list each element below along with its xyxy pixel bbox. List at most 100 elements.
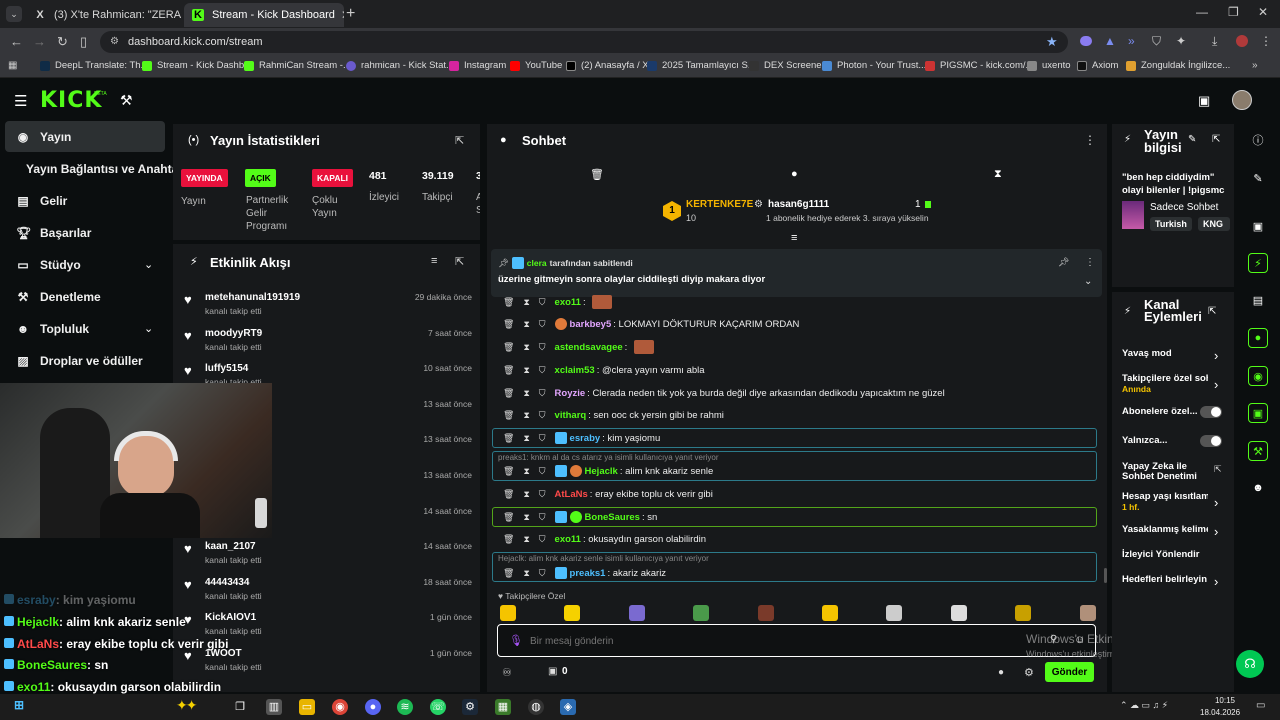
bookmark[interactable]: Photon - Your Trust...	[822, 60, 926, 71]
broadcast-icon[interactable]: ◉	[1248, 366, 1268, 386]
sidepanel-icon[interactable]: ▯	[80, 34, 87, 50]
toggle-switch[interactable]	[1200, 406, 1222, 418]
hourglass-icon[interactable]: ⧗	[523, 388, 529, 399]
emote-button[interactable]	[886, 605, 903, 621]
edit-icon[interactable]: ✎	[1188, 134, 1196, 145]
pin-icon[interactable]: 📌︎	[1058, 257, 1069, 268]
emote-button[interactable]	[757, 605, 774, 621]
file-explorer-icon[interactable]: ▥	[266, 699, 282, 715]
sidebar-item-stream-key[interactable]: Yayın Bağlantısı ve Anahtarı	[26, 162, 186, 176]
new-tab-icon[interactable]: +	[346, 5, 355, 23]
emote-button[interactable]	[950, 605, 967, 621]
chat-message[interactable]: 🗑︎ ⧗ ⛉ exo11:	[503, 294, 615, 310]
ban-icon[interactable]: ⛉	[539, 410, 546, 421]
chat-icon[interactable]: ●	[1248, 328, 1268, 348]
popout-icon[interactable]: ⇱	[455, 255, 464, 268]
hourglass-icon[interactable]: ⧗	[523, 297, 529, 308]
people-icon[interactable]: ☻	[1248, 478, 1268, 498]
ban-icon[interactable]: ⛉	[539, 466, 546, 477]
sidebar-item-yayin[interactable]: ◉ Yayın	[16, 130, 72, 144]
hourglass-icon[interactable]: ⧗	[523, 410, 529, 421]
lightning-icon[interactable]: ⚡︎	[1248, 253, 1268, 273]
address-bar[interactable]: dashboard.kick.com/stream	[100, 31, 1068, 53]
apps-grid-icon[interactable]: ▦	[8, 60, 17, 71]
chat-icon[interactable]: ●	[791, 168, 798, 180]
chat-message[interactable]: 🗑︎ ⧗ ⛉ barkbey5: LOKMAYI DÖKTURUR KAÇARIM O…	[503, 316, 799, 332]
sidebar-item-gelir[interactable]: ▤ Gelir	[16, 194, 67, 208]
bookmark[interactable]: DeepL Translate: Th...	[40, 60, 148, 71]
emote-button[interactable]	[822, 605, 838, 621]
chat-username[interactable]: xclaim53	[555, 365, 595, 376]
hourglass-icon[interactable]: ⧗	[523, 365, 529, 376]
info-icon[interactable]: ⓘ	[1248, 130, 1268, 150]
trash-icon[interactable]: 🗑︎	[503, 365, 514, 376]
bookmark[interactable]: Stream - Kick Dashb...	[142, 60, 252, 71]
popout-icon[interactable]: ⇱	[455, 134, 464, 147]
sidebar-item-moderation[interactable]: ⚒ Denetleme	[16, 290, 101, 304]
hourglass-icon[interactable]: ⧗	[523, 512, 529, 523]
document-icon[interactable]: ▤	[1248, 290, 1268, 310]
forward-icon[interactable]: →	[33, 34, 46, 49]
chat-message[interactable]: 🗑︎ ⧗ ⛉ exo11: okusaydın garson olabilirdin	[503, 531, 706, 547]
tab-search-button[interactable]: ⌄	[6, 6, 22, 22]
user-avatar[interactable]	[1232, 90, 1252, 110]
site-info-icon[interactable]: ⚙	[110, 36, 119, 47]
wallet-icon[interactable]: ▣	[1248, 403, 1268, 423]
tag-chip[interactable]: Turkish	[1150, 217, 1192, 231]
extension-icon[interactable]: ▲	[1104, 34, 1116, 48]
popout-icon[interactable]: ⇱	[1212, 134, 1220, 145]
support-headset-icon[interactable]: ☊	[1236, 650, 1264, 678]
channel-action-item[interactable]: Takipçilere özel soh Anında ›	[1122, 373, 1228, 394]
extension-icon[interactable]: »	[1128, 34, 1135, 48]
emote-button[interactable]	[564, 605, 581, 621]
notification-icon[interactable]: ▭	[1256, 700, 1265, 711]
emote-button[interactable]	[628, 605, 645, 621]
trash-icon[interactable]: 🗑︎	[590, 168, 604, 181]
trash-icon[interactable]: 🗑︎	[503, 410, 514, 421]
ban-icon[interactable]: ⛉	[539, 319, 546, 330]
chat-username[interactable]: exo11	[555, 534, 581, 545]
bookmark[interactable]: rahmican - Kick Stat...	[346, 60, 454, 71]
sidebar-item-achievements[interactable]: 🏆︎ Başarılar	[16, 226, 91, 240]
chat-username[interactable]: AtLaNs	[555, 489, 588, 500]
emote-button[interactable]	[1079, 605, 1096, 621]
chat-message[interactable]: 🗑︎ ⧗ ⛉ Royzie: Clerada neden tik yok ya bur…	[503, 385, 945, 401]
extensions-puzzle-icon[interactable]: ✦	[1176, 34, 1186, 48]
toggle-switch[interactable]	[1200, 435, 1222, 447]
download-icon[interactable]: ⤓	[1212, 34, 1217, 49]
chat-message[interactable]: 🗑︎ ⧗ ⛉ BoneSaures: sn	[503, 509, 657, 525]
chat-message[interactable]: 🗑︎ ⧗ ⛉ preaks1: akariz akariz	[503, 565, 666, 581]
expand-icon[interactable]: ▣	[1248, 216, 1268, 236]
emote-button[interactable]	[693, 605, 710, 621]
bookmark[interactable]: 2025 Tamamlayıcı S...	[647, 60, 756, 71]
chat-username[interactable]: Royzie	[555, 388, 586, 399]
chevron-down-icon[interactable]: ⌄	[144, 322, 153, 335]
app-icon[interactable]: ◈	[560, 699, 576, 715]
trash-icon[interactable]: 🗑︎	[503, 388, 514, 399]
chat-username[interactable]: vitharq	[555, 410, 587, 421]
hamburger-menu-icon[interactable]: ☰	[14, 92, 27, 110]
folder-icon[interactable]: ▭	[299, 699, 315, 715]
hammer-icon[interactable]: ⚒	[1248, 441, 1268, 461]
hourglass-icon[interactable]: ⧗	[523, 568, 529, 579]
edit-icon[interactable]: ✎	[1248, 168, 1268, 188]
hourglass-icon[interactable]: ⧗	[994, 168, 1002, 181]
discord-icon[interactable]: ●	[365, 699, 381, 715]
collapse-icon[interactable]: ≡	[791, 232, 797, 244]
system-tray-icons[interactable]: ⌃ ☁ ▭ ♫ ⚡︎	[1120, 700, 1168, 711]
chat-message[interactable]: 🗑︎ ⧗ ⛉ vitharq: sen ooc ck yersin gibi be r…	[503, 407, 724, 423]
bookmark[interactable]: YouTube	[510, 60, 562, 71]
browser-tab-kick[interactable]: K Stream - Kick Dashboard✕	[184, 3, 344, 27]
channel-action-item[interactable]: İzleyici Yönlendir	[1122, 549, 1228, 560]
steam-icon[interactable]: ⚙	[462, 699, 478, 715]
whatsapp-icon[interactable]: ☏	[430, 699, 446, 715]
channel-action-item[interactable]: Yavaş mod ›	[1122, 348, 1228, 363]
chat-username[interactable]: BoneSaures	[585, 512, 640, 523]
start-button[interactable]: ⊞	[14, 698, 54, 716]
chat-username[interactable]: esraby	[570, 433, 601, 444]
channel-action-item[interactable]: Yapay Zeka ile Sohbet Denetimi ⇱	[1122, 462, 1228, 482]
trash-icon[interactable]: 🗑︎	[503, 568, 514, 579]
chat-bubble-icon[interactable]: ●	[998, 667, 1004, 678]
browser-tab-x[interactable]: X(3) X'te Rahmican: "ZERA BEN H✕	[26, 3, 182, 27]
reload-icon[interactable]: ↻	[57, 34, 68, 50]
